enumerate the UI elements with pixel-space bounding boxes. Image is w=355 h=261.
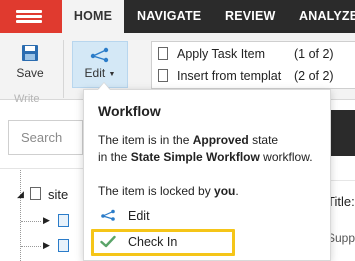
workflow-name-text: in the State Simple Workflow workflow. bbox=[98, 150, 313, 164]
task-count: (1 of 2) bbox=[294, 47, 334, 61]
workflow-name: State Simple Workflow bbox=[130, 150, 260, 164]
edit-label: Edit bbox=[84, 66, 106, 80]
workflow-state-text: The item is in the Approved state bbox=[98, 133, 279, 147]
top-nav-bar: HOME NAVIGATE REVIEW ANALYZE bbox=[0, 0, 355, 33]
workflow-edit-icon bbox=[101, 209, 115, 221]
field-value-fragment: Supp bbox=[327, 231, 355, 245]
task-item[interactable]: Insert from templat (2 of 2) bbox=[158, 69, 334, 87]
tree-guide-line bbox=[20, 170, 21, 261]
save-label: Save bbox=[16, 66, 44, 80]
check-in-button[interactable]: Check In bbox=[100, 233, 238, 253]
document-icon bbox=[30, 187, 41, 200]
lock-owner: you bbox=[214, 184, 236, 198]
tab-navigate[interactable]: NAVIGATE bbox=[137, 0, 201, 33]
popup-pointer-inner bbox=[98, 83, 110, 90]
workflow-icon bbox=[90, 47, 109, 63]
save-icon bbox=[22, 45, 38, 61]
tree-expand-icon[interactable]: ▶ bbox=[43, 240, 50, 251]
task-list: Apply Task Item (1 of 2) Insert from tem… bbox=[151, 41, 355, 89]
state-name: Approved bbox=[192, 133, 249, 147]
edit-button[interactable]: Edit ▼ bbox=[72, 41, 128, 88]
write-group-label: Write bbox=[14, 93, 40, 105]
tree-divider bbox=[0, 168, 88, 169]
tree-root-label[interactable]: site bbox=[48, 187, 68, 202]
task-count: (2 of 2) bbox=[294, 69, 334, 83]
item-icon bbox=[58, 239, 69, 252]
ribbon-divider bbox=[63, 40, 64, 98]
menu-icon[interactable] bbox=[0, 0, 62, 33]
tree-collapse-icon[interactable]: ◢ bbox=[17, 189, 24, 200]
tree-guide-line bbox=[21, 221, 41, 222]
tab-home[interactable]: HOME bbox=[62, 0, 124, 33]
search-input[interactable]: Search bbox=[8, 120, 83, 155]
tree-guide-line bbox=[21, 246, 41, 247]
task-item[interactable]: Apply Task Item (1 of 2) bbox=[158, 47, 334, 65]
workflow-edit-action[interactable]: Edit bbox=[100, 207, 220, 227]
edit-action-label: Edit bbox=[128, 209, 150, 223]
item-icon bbox=[58, 214, 69, 227]
tree-expand-icon[interactable]: ▶ bbox=[43, 215, 50, 226]
checkmark-icon bbox=[100, 235, 116, 248]
title-field-label: Title: bbox=[327, 194, 355, 209]
document-icon bbox=[158, 69, 168, 82]
lock-status-text: The item is locked by you. bbox=[98, 184, 239, 198]
workflow-popup: Workflow The item is in the Approved sta… bbox=[83, 89, 331, 261]
task-label: Insert from templat bbox=[177, 69, 282, 83]
chevron-down-icon: ▼ bbox=[108, 71, 116, 78]
tab-analyze[interactable]: ANALYZE bbox=[299, 0, 355, 33]
save-button[interactable]: Save bbox=[8, 44, 52, 80]
check-in-label: Check In bbox=[128, 235, 178, 249]
tab-review[interactable]: REVIEW bbox=[225, 0, 276, 33]
popup-title: Workflow bbox=[98, 103, 161, 119]
document-icon bbox=[158, 47, 168, 60]
task-label: Apply Task Item bbox=[177, 47, 266, 61]
